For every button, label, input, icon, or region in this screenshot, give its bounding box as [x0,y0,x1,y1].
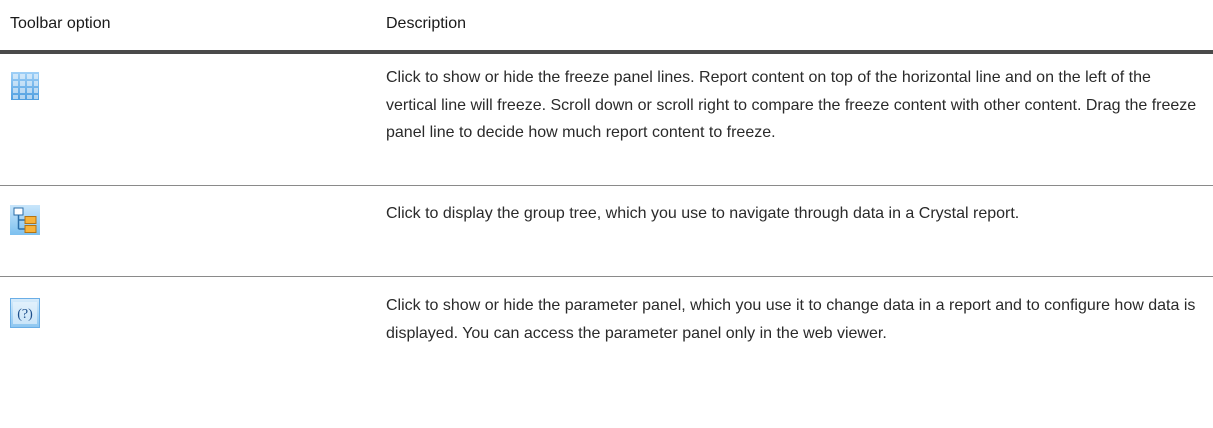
row-description: Click to display the group tree, which y… [386,205,1020,222]
table-row: Click to display the group tree, which y… [0,186,1213,277]
parameter-panel-icon: (?) [10,298,40,328]
column-header-toolbar-option: Toolbar option [10,15,111,32]
row-description: Click to show or hide the parameter pane… [386,297,1196,342]
svg-text:(?): (?) [17,307,33,322]
row-description: Click to show or hide the freeze panel l… [386,69,1197,141]
freeze-panel-icon [10,71,40,101]
table-row: (?) Click to show or hide the parameter … [0,277,1213,426]
column-header-description: Description [386,15,467,32]
toolbar-options-table: Toolbar option Description Click to show… [0,0,1213,426]
table-header: Toolbar option Description [0,0,1213,54]
group-tree-icon [10,205,40,235]
table-row: Click to show or hide the freeze panel l… [0,54,1213,186]
